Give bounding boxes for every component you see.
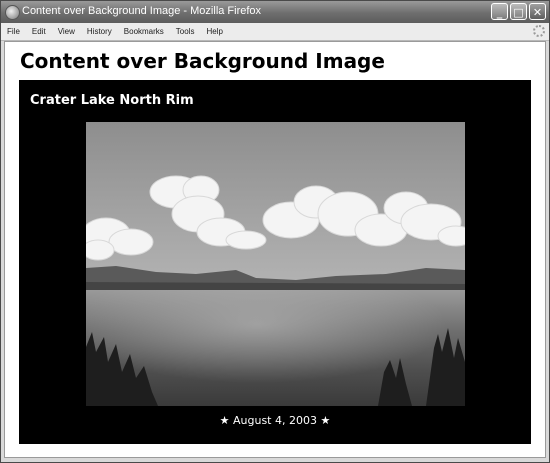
content-panel: Crater Lake North Rim ★ August 4, 2003 ★ xyxy=(19,80,531,444)
title-bar[interactable]: Content over Background Image - Mozilla … xyxy=(1,1,549,23)
caption-date: August 4, 2003 xyxy=(233,414,317,427)
close-button[interactable]: ✕ xyxy=(529,3,546,20)
page-content: Content over Background Image Crater Lak… xyxy=(4,41,546,458)
menu-item-view[interactable]: View xyxy=(58,27,75,36)
menu-item-history[interactable]: History xyxy=(87,27,112,36)
browser-window: Content over Background Image - Mozilla … xyxy=(0,0,550,463)
panel-title: Crater Lake North Rim xyxy=(30,93,194,108)
star-icon: ★ xyxy=(219,414,230,427)
menu-item-help[interactable]: Help xyxy=(206,27,222,36)
menu-item-edit[interactable]: Edit xyxy=(32,27,46,36)
minimize-button[interactable]: _ xyxy=(491,3,508,20)
page-title: Content over Background Image xyxy=(20,49,385,73)
window-title: Content over Background Image - Mozilla … xyxy=(22,5,262,17)
menu-item-bookmarks[interactable]: Bookmarks xyxy=(124,27,164,36)
photo-caption: ★ August 4, 2003 ★ xyxy=(19,414,531,427)
maximize-button[interactable]: □ xyxy=(510,3,527,20)
firefox-icon xyxy=(5,5,20,20)
star-icon: ★ xyxy=(320,414,331,427)
menu-item-tools[interactable]: Tools xyxy=(176,27,195,36)
window-controls: _ □ ✕ xyxy=(491,3,546,20)
menu-item-file[interactable]: File xyxy=(7,27,20,36)
throbber-icon xyxy=(533,25,545,37)
menu-bar: File Edit View History Bookmarks Tools H… xyxy=(1,23,549,41)
crater-lake-photo xyxy=(86,122,465,406)
